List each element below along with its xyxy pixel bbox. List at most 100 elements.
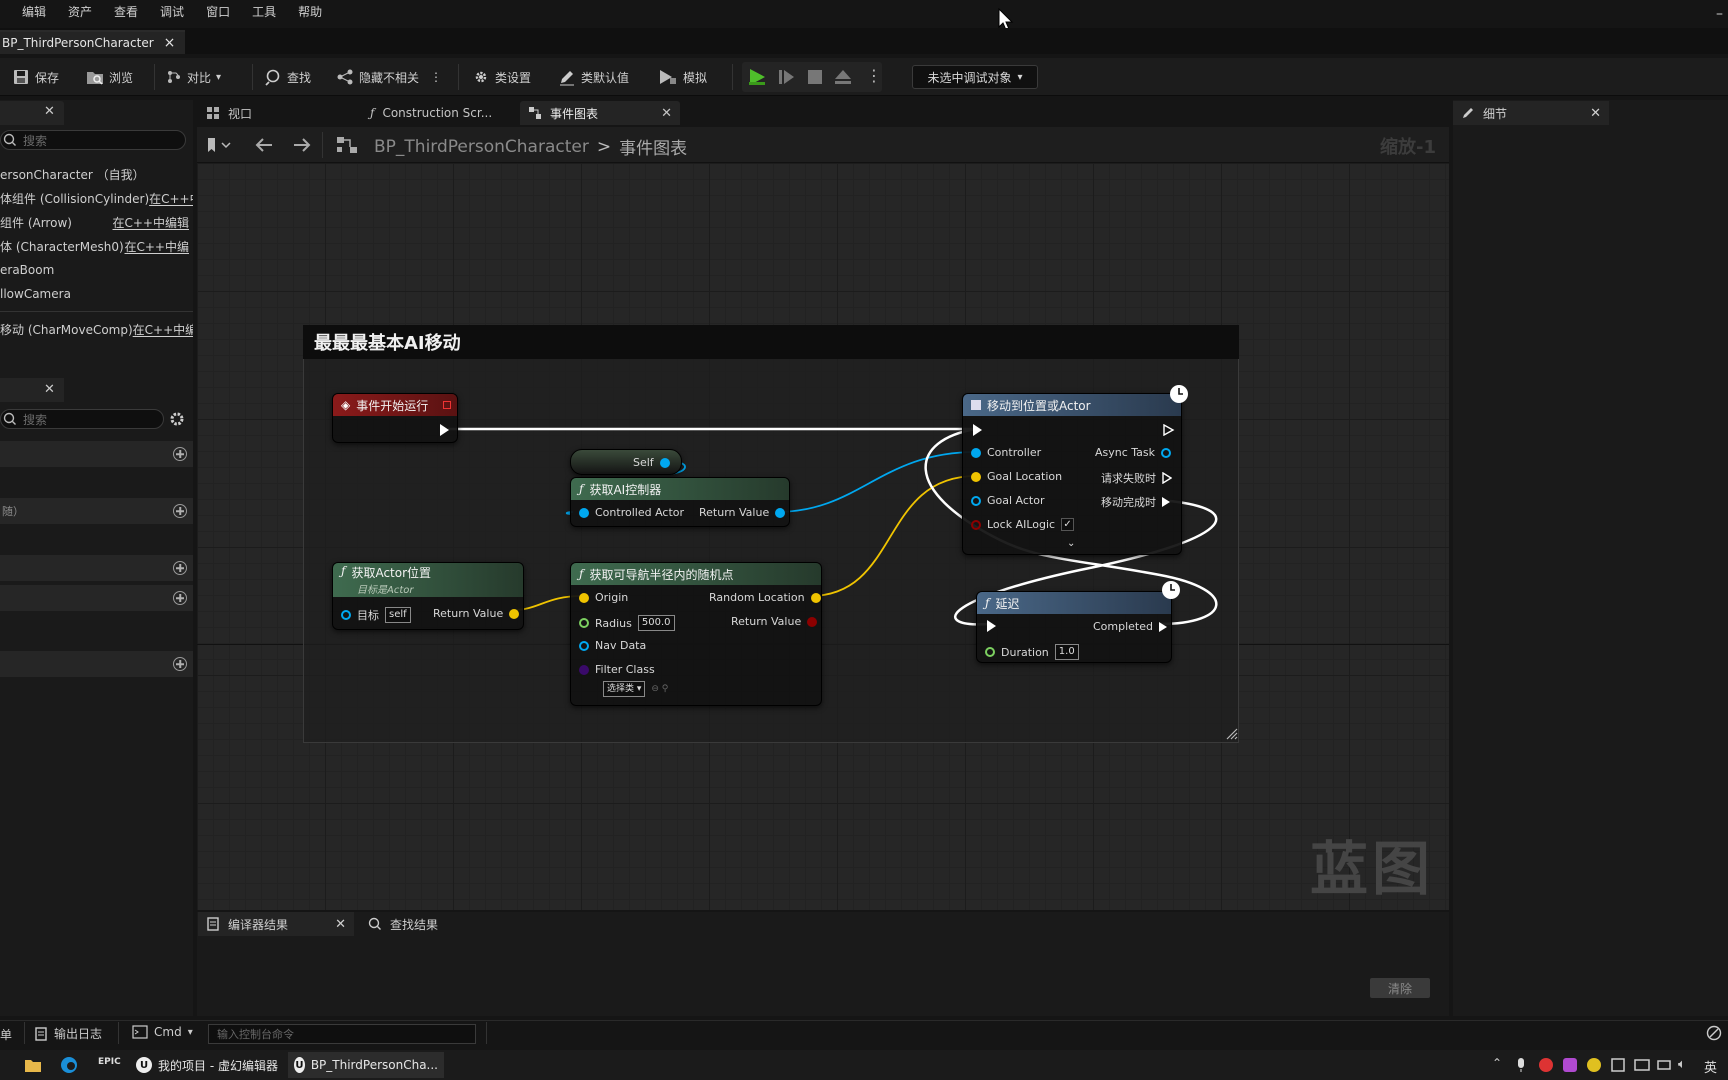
tab-find-results[interactable]: 查找结果 <box>364 912 442 936</box>
async-task-pin[interactable] <box>1161 447 1172 458</box>
class-defaults-button[interactable]: 类默认值 <box>558 62 629 92</box>
tab-viewport[interactable]: 视口 <box>198 101 260 125</box>
volume-icon[interactable]: 🔈︎ <box>1678 1057 1686 1072</box>
menu-window[interactable]: 窗口 <box>198 3 244 20</box>
add-icon[interactable] <box>173 657 187 671</box>
close-icon[interactable]: ✕ <box>44 104 55 119</box>
filter-class-pin[interactable] <box>579 664 589 675</box>
exec-out-pin[interactable] <box>1163 424 1175 436</box>
tray-app-icon[interactable] <box>1562 1057 1578 1076</box>
comment-title[interactable]: 最最最基本AI移动 <box>303 325 1239 359</box>
bookmark-icon[interactable] <box>206 136 232 157</box>
tray-app-icon[interactable] <box>1634 1057 1650 1076</box>
components-search[interactable]: 搜索 <box>0 130 186 150</box>
goal-location-pin[interactable] <box>971 471 981 482</box>
add-icon[interactable] <box>173 447 187 461</box>
random-location-pin[interactable] <box>810 592 821 603</box>
output-log-button[interactable]: 输出日志 <box>34 1025 102 1042</box>
document-tab[interactable]: BP_ThirdPersonCharacter × <box>0 30 186 54</box>
radius-pin[interactable] <box>579 618 589 628</box>
category-macros[interactable] <box>0 555 193 581</box>
close-icon[interactable]: ✕ <box>335 917 346 932</box>
duration-value[interactable]: 1.0 <box>1054 644 1079 660</box>
eject-icon[interactable] <box>834 69 852 88</box>
file-explorer-icon[interactable] <box>24 1057 42 1076</box>
lock-ailogic-checkbox[interactable]: ✓ <box>1061 518 1075 531</box>
find-button[interactable]: 查找 <box>264 62 311 92</box>
node-get-random-reachable-point[interactable]: ƒ 获取可导航半径内的随机点 Origin Radius 500.0 Nav Da… <box>570 562 822 706</box>
tab-compiler-results[interactable]: 编译器结果 ✕ <box>198 912 354 936</box>
node-self[interactable]: Self <box>570 449 682 475</box>
tab-construction-script[interactable]: ƒ Construction Scr... <box>362 101 500 125</box>
step-icon[interactable] <box>778 69 796 88</box>
stop-icon[interactable] <box>808 70 822 87</box>
target-value[interactable]: self <box>385 607 411 623</box>
controller-pin[interactable] <box>971 447 981 458</box>
no-entry-icon[interactable] <box>1706 1025 1722 1044</box>
on-success-exec-pin[interactable] <box>1162 497 1170 507</box>
exec-out-pin[interactable] <box>440 424 449 436</box>
category-graphs[interactable] <box>0 441 193 467</box>
epic-launcher-icon[interactable]: EPIC <box>98 1057 121 1067</box>
browse-button[interactable]: 浏览 <box>86 62 133 92</box>
return-value-pin[interactable] <box>775 507 786 518</box>
tray-chevron-icon[interactable]: ⌃ <box>1492 1056 1502 1070</box>
close-icon[interactable]: ✕ <box>661 106 672 121</box>
filter-class-select[interactable]: 选择类 ▾ ⊖ ⚲ <box>603 681 668 697</box>
target-pin[interactable] <box>341 610 351 620</box>
tray-app-icon[interactable] <box>1538 1057 1554 1076</box>
add-icon[interactable] <box>173 561 187 575</box>
return-value-pin[interactable] <box>807 616 818 627</box>
clear-button[interactable]: 清除 <box>1370 978 1430 998</box>
class-settings-button[interactable]: 类设置 <box>472 62 531 92</box>
goal-actor-pin[interactable] <box>971 495 981 506</box>
cmd-select[interactable]: Cmd ▾ <box>132 1025 193 1039</box>
duration-pin[interactable] <box>985 647 995 657</box>
expand-chevron-icon[interactable]: ⌄ <box>1067 538 1075 549</box>
browse-icon[interactable]: ⊖ ⚲ <box>651 684 668 694</box>
node-get-actor-location[interactable]: ƒ 获取Actor位置 目标是Actor 目标 self Return Value <box>332 562 524 630</box>
completed-exec-pin[interactable] <box>1159 621 1167 632</box>
delegate-pin-icon[interactable] <box>443 401 451 409</box>
node-get-ai-controller[interactable]: ƒ 获取AI控制器 Controlled Actor Return Value <box>570 477 790 527</box>
on-fail-exec-pin[interactable] <box>1162 472 1172 484</box>
menu-help[interactable]: 帮助 <box>290 3 336 20</box>
controlled-actor-pin[interactable] <box>579 507 589 518</box>
taskbar-item-blueprint[interactable]: U BP_ThirdPersonCha... <box>288 1052 444 1078</box>
minimize-button[interactable]: – <box>1716 6 1723 22</box>
category-functions[interactable]: 随） <box>0 498 193 524</box>
component-item[interactable]: 移动 (CharMoveComp) 在C++中编 <box>0 318 193 340</box>
close-icon[interactable]: ✕ <box>1590 106 1601 121</box>
nav-data-pin[interactable] <box>579 640 589 651</box>
forward-arrow-icon[interactable] <box>292 136 312 157</box>
menu-view[interactable]: 查看 <box>106 3 152 20</box>
add-icon[interactable] <box>173 591 187 605</box>
gear-icon[interactable] <box>168 410 186 431</box>
component-item[interactable]: 体 (CharacterMesh0) 在C++中编 <box>0 235 193 257</box>
hide-unrelated-button[interactable]: 隐藏不相关 ⋮ <box>336 62 442 92</box>
radius-value[interactable]: 500.0 <box>637 615 675 631</box>
play-options-icon[interactable]: ⋮ <box>866 66 882 85</box>
menu-tools[interactable]: 工具 <box>244 3 290 20</box>
category-variables[interactable] <box>0 585 193 611</box>
more-options-icon[interactable]: ⋮ <box>430 70 442 84</box>
menu-debug[interactable]: 调试 <box>152 3 198 20</box>
exec-in-pin[interactable] <box>987 620 996 632</box>
diff-button[interactable]: 对比 ▾ <box>166 62 221 92</box>
tray-app-icon[interactable] <box>1586 1057 1602 1076</box>
exec-in-pin[interactable] <box>973 424 982 436</box>
node-delay[interactable]: ƒ 延迟 Completed Duration 1.0 <box>976 591 1172 663</box>
content-drawer-button[interactable]: 单 <box>0 1026 12 1043</box>
edge-icon[interactable] <box>60 1056 78 1077</box>
tray-app-icon[interactable] <box>1610 1057 1626 1076</box>
simulate-button[interactable]: 模拟 <box>658 62 707 92</box>
category-dispatchers[interactable] <box>0 651 193 677</box>
return-value-pin[interactable] <box>509 608 520 619</box>
tab-event-graph[interactable]: 事件图表 ✕ <box>520 101 680 125</box>
node-event-begin-play[interactable]: ◈ 事件开始运行 <box>332 393 458 443</box>
details-tab[interactable]: 细节 ✕ <box>1453 101 1609 125</box>
taskbar-item-editor[interactable]: U 我的项目 - 虚幻编辑器 <box>130 1052 284 1078</box>
menu-edit[interactable]: 编辑 <box>14 3 60 20</box>
close-icon[interactable]: × <box>164 35 176 51</box>
menu-asset[interactable]: 资产 <box>60 3 106 20</box>
